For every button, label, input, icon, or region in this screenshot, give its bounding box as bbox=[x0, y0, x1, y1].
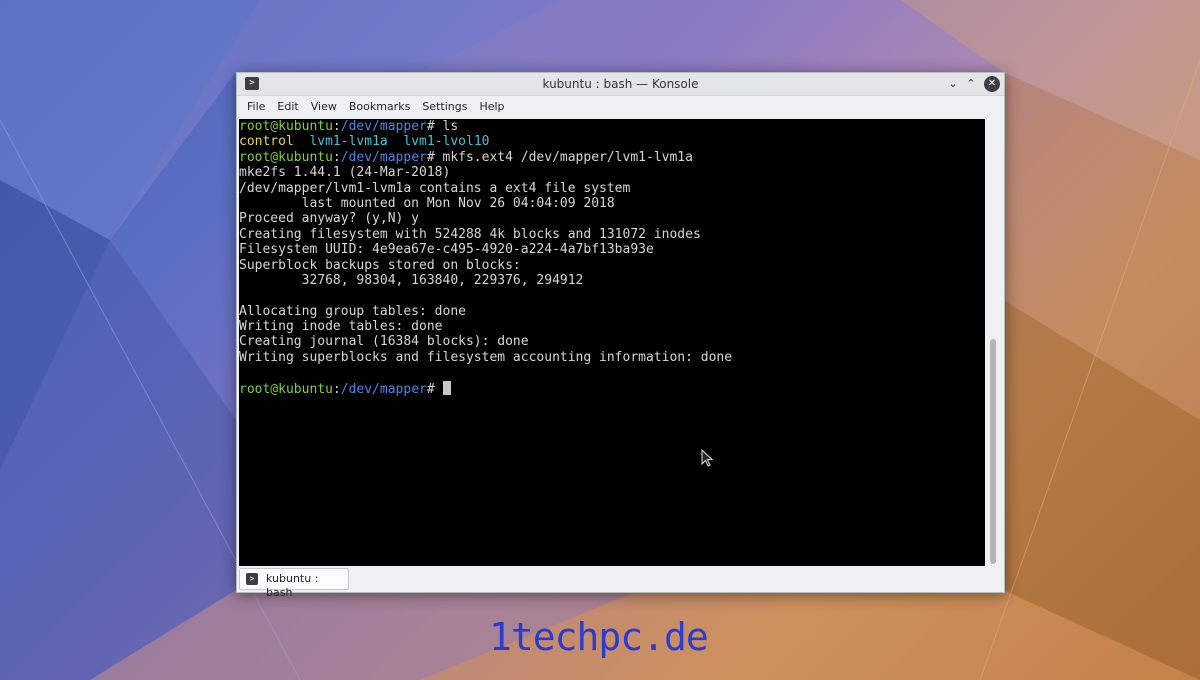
menu-edit[interactable]: Edit bbox=[271, 96, 304, 118]
output-line: Superblock backups stored on blocks: bbox=[239, 257, 521, 273]
scrollbar-thumb[interactable] bbox=[990, 339, 996, 564]
terminal-icon: > bbox=[246, 573, 258, 585]
active-prompt-line: root@kubuntu:/dev/mapper# bbox=[239, 380, 985, 397]
title-bar[interactable]: > kubuntu : bash — Konsole ⌄ ⌃ ✕ bbox=[237, 73, 1004, 96]
prompt-line: root@kubuntu:/dev/mapper# mkfs.ext4 /dev… bbox=[239, 149, 693, 165]
prompt-line: root@kubuntu:/dev/mapper# ls bbox=[239, 119, 459, 134]
output-line: /dev/mapper/lvm1-lvm1a contains a ext4 f… bbox=[239, 180, 631, 196]
output-line: 32768, 98304, 163840, 229376, 294912 bbox=[239, 272, 584, 288]
output-line: Proceed anyway? (y,N) y bbox=[239, 211, 420, 227]
ls-output-line: control lvm1-lvm1a lvm1-lvol10 bbox=[239, 134, 490, 150]
menu-settings[interactable]: Settings bbox=[416, 96, 473, 118]
terminal-output[interactable]: root@kubuntu:/dev/mapper# ls control lvm… bbox=[239, 119, 985, 566]
text-cursor bbox=[442, 380, 451, 395]
menu-help[interactable]: Help bbox=[473, 96, 510, 118]
minimize-icon[interactable]: ⌄ bbox=[944, 75, 962, 93]
close-icon[interactable]: ✕ bbox=[984, 76, 1000, 92]
command-text: mkfs.ext4 /dev/mapper/lvm1-lvm1a bbox=[442, 149, 693, 165]
output-line: Writing superblocks and filesystem accou… bbox=[239, 349, 733, 365]
menu-view[interactable]: View bbox=[305, 96, 343, 118]
output-line: Creating filesystem with 524288 4k block… bbox=[239, 226, 701, 242]
window-title: kubuntu : bash — Konsole bbox=[542, 77, 699, 91]
output-line: Filesystem UUID: 4e9ea67e-c495-4920-a224… bbox=[239, 242, 654, 258]
output-line: Creating journal (16384 blocks): done bbox=[239, 334, 529, 350]
tab-kubuntu-bash[interactable]: > kubuntu : bash bbox=[239, 568, 349, 599]
output-line: Allocating group tables: done bbox=[239, 303, 466, 319]
menu-bookmarks[interactable]: Bookmarks bbox=[343, 96, 416, 118]
output-line: last mounted on Mon Nov 26 04:04:09 2018 bbox=[239, 195, 615, 211]
watermark: 1techpc.de bbox=[489, 615, 709, 659]
konsole-window: > kubuntu : bash — Konsole ⌄ ⌃ ✕ File Ed… bbox=[236, 72, 1005, 599]
output-line: Writing inode tables: done bbox=[239, 319, 443, 335]
maximize-icon[interactable]: ⌃ bbox=[962, 75, 980, 93]
output-line: mke2fs 1.44.1 (24-Mar-2018) bbox=[239, 165, 451, 181]
menu-bar: File Edit View Bookmarks Settings Help bbox=[237, 96, 1004, 118]
tab-label: kubuntu : bash bbox=[266, 572, 319, 599]
mouse-pointer-icon bbox=[701, 449, 714, 467]
menu-file[interactable]: File bbox=[241, 96, 271, 118]
command-text: ls bbox=[442, 119, 459, 134]
scrollbar[interactable] bbox=[990, 121, 998, 564]
tab-bar: > kubuntu : bash bbox=[237, 567, 1004, 599]
